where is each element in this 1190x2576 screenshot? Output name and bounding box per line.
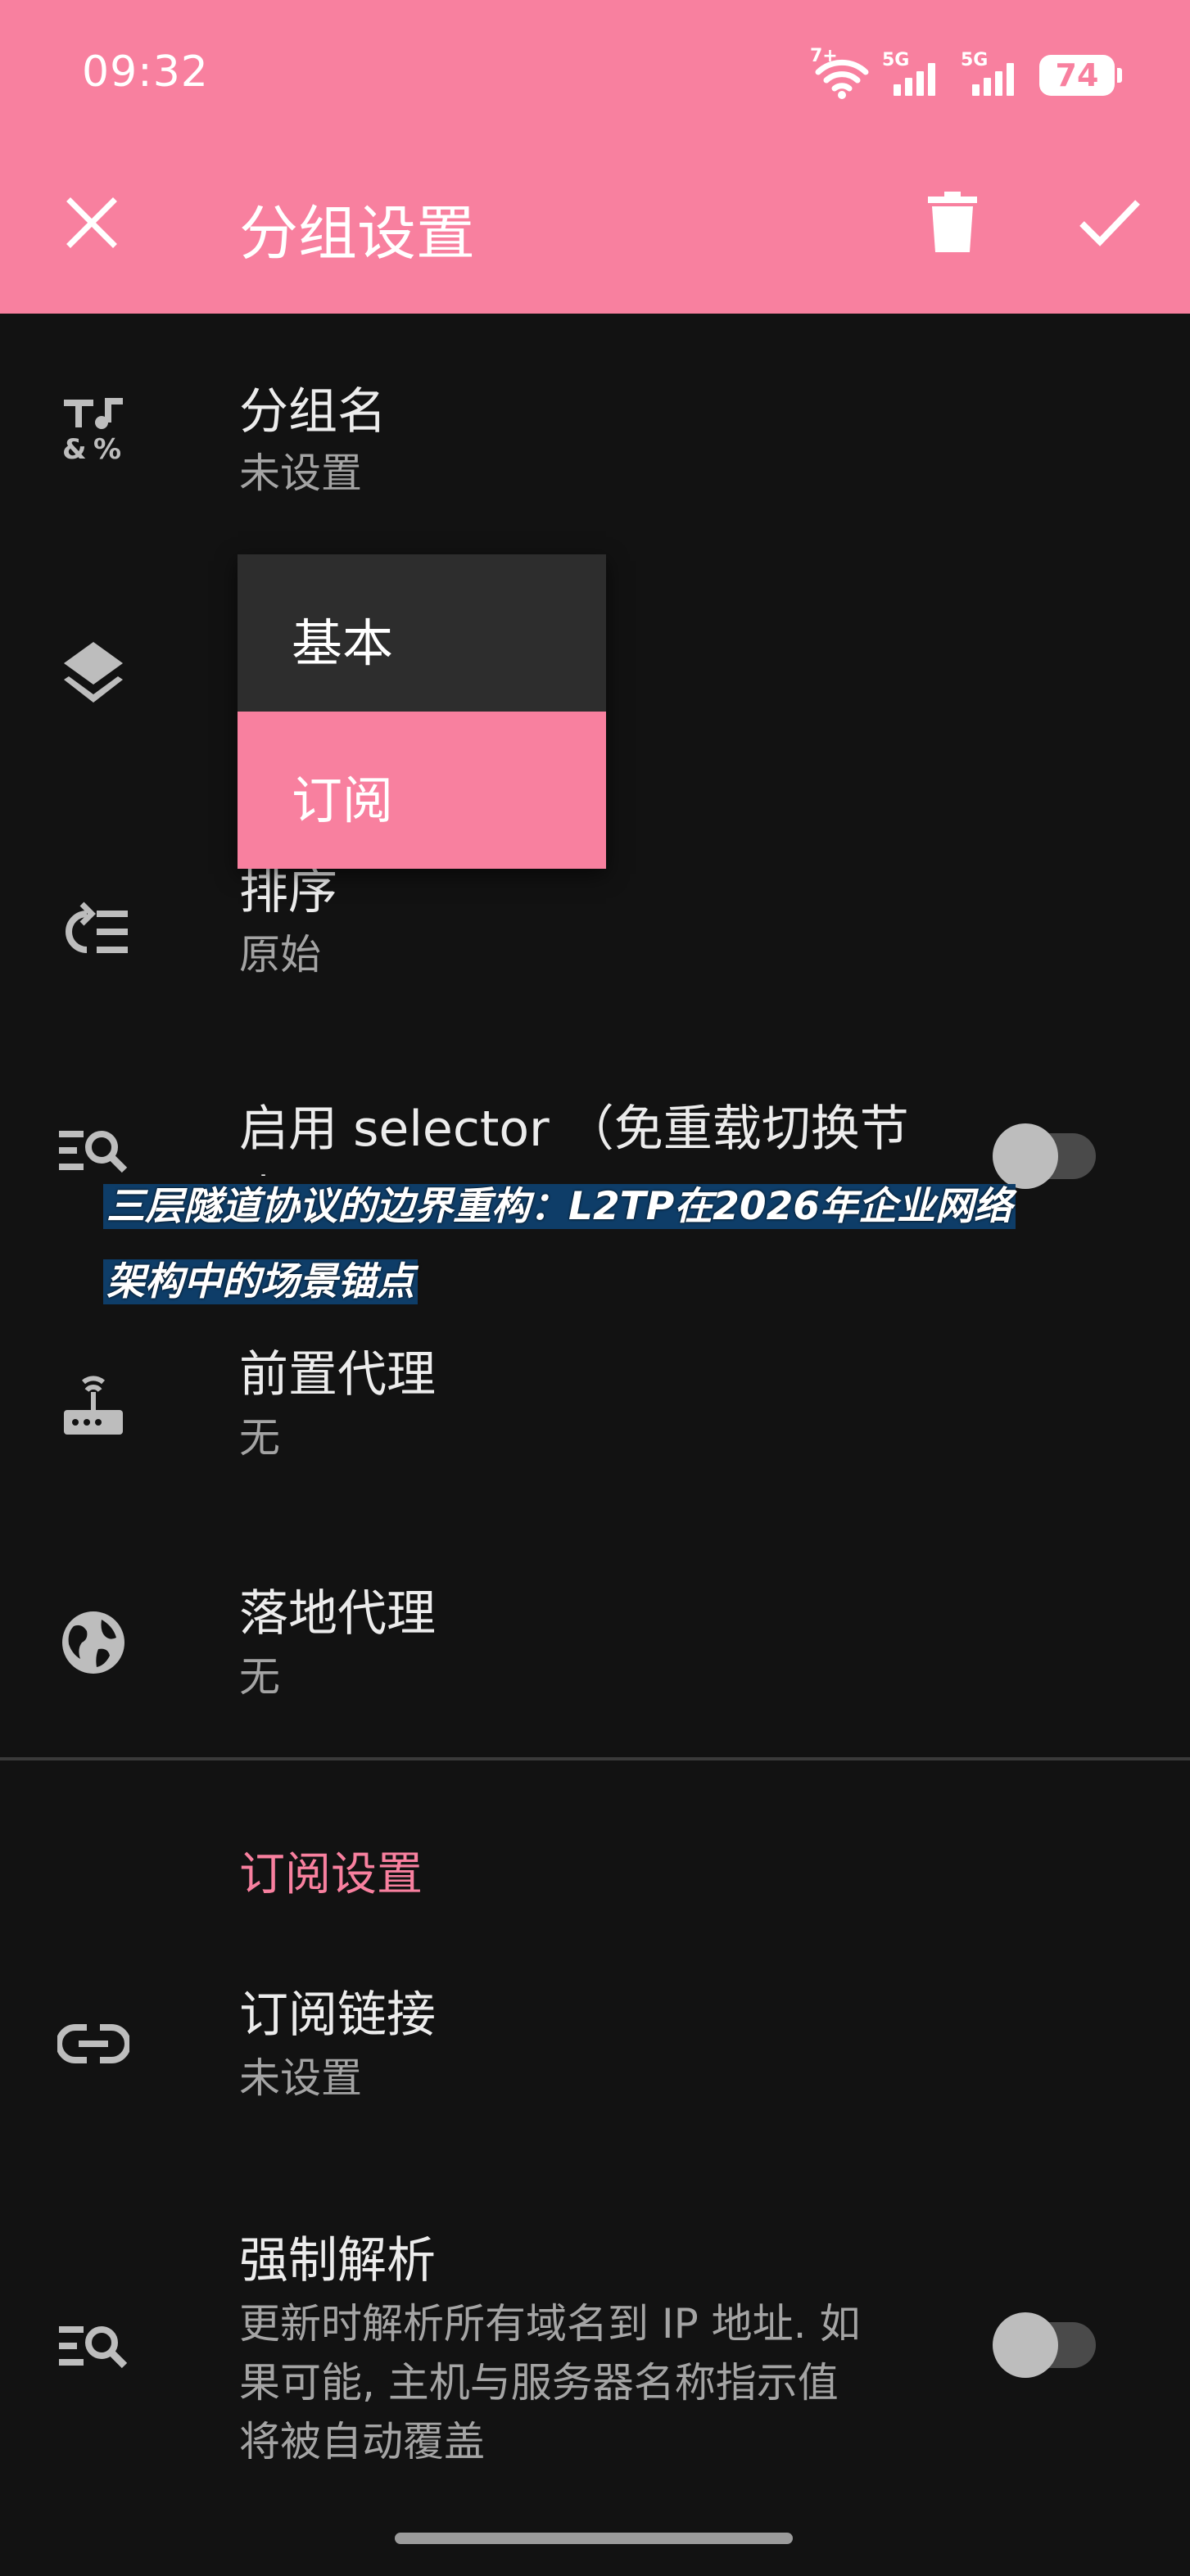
force-resolve-desc-1: 更新时解析所有域名到 IP 地址. 如 [239, 2300, 861, 2348]
force-resolve-switch[interactable] [993, 2312, 1099, 2378]
globe-icon [54, 1603, 133, 1682]
battery-icon: 74 [1039, 55, 1122, 96]
selector-switch[interactable] [993, 1123, 1099, 1189]
layers-icon [54, 632, 133, 711]
selector-title: 启用 selector （免重载切换节点) [239, 1100, 909, 1176]
subscription-section-header: 订阅设置 [239, 1848, 423, 1901]
overlay-banner-line2: 架构中的场景锚点 [103, 1259, 418, 1304]
menu-item-basic-label: 基本 [292, 613, 394, 673]
trash-icon [928, 192, 977, 252]
close-icon [66, 197, 117, 248]
manage-search-icon [54, 2307, 133, 2386]
group-name-title: 分组名 [239, 383, 387, 441]
status-icons: 7+ 5G 5G 74 [810, 46, 1122, 100]
menu-item-subscription[interactable]: 订阅 [238, 712, 606, 869]
sort-icon [54, 893, 133, 971]
group-type-menu: 基本 订阅 [238, 554, 606, 869]
svg-text:&: & [62, 433, 87, 462]
landing-proxy-title: 落地代理 [239, 1585, 436, 1643]
svg-text:%: % [93, 433, 121, 462]
subscription-link-value: 未设置 [239, 2054, 362, 2102]
force-resolve-title: 强制解析 [239, 2232, 436, 2289]
order-value: 原始 [239, 931, 321, 978]
setting-force-resolve[interactable]: 强制解析 更新时解析所有域名到 IP 地址. 如 果可能, 主机与服务器名称指示… [0, 2211, 1190, 2481]
link-icon [54, 2004, 133, 2083]
setting-front-proxy[interactable]: 前置代理 无 [0, 1326, 1190, 1490]
switch-thumb [993, 2312, 1058, 2378]
front-proxy-value: 无 [239, 1414, 280, 1462]
force-resolve-desc-3: 将被自动覆盖 [239, 2418, 485, 2465]
overlay-banner-line1: 三层隧道协议的边界重构：L2TP在2026年企业网络 [103, 1184, 1016, 1229]
landing-proxy-value: 无 [239, 1653, 280, 1701]
group-name-value: 未设置 [239, 450, 362, 497]
signal-sim2-icon: 5G [961, 50, 1025, 96]
section-divider [0, 1757, 1190, 1760]
menu-item-basic[interactable]: 基本 [238, 554, 606, 712]
battery-level: 74 [1055, 57, 1099, 93]
router-icon [54, 1366, 133, 1444]
front-proxy-title: 前置代理 [239, 1346, 436, 1403]
setting-landing-proxy[interactable]: 落地代理 无 [0, 1564, 1190, 1728]
check-icon [1079, 200, 1140, 246]
page-title: 分组设置 [239, 199, 476, 268]
menu-item-subscription-label: 订阅 [292, 771, 394, 830]
setting-subscription-link[interactable]: 订阅链接 未设置 [0, 1965, 1190, 2129]
navigation-handle[interactable] [395, 2533, 793, 2544]
subscription-link-title: 订阅链接 [239, 1986, 436, 2044]
overlay-banner: 三层隧道协议的边界重构：L2TP在2026年企业网络 架构中的场景锚点 [103, 1169, 1135, 1320]
text-format-icon: & % [54, 388, 133, 467]
confirm-button[interactable] [1066, 179, 1153, 265]
setting-group-name[interactable]: & % 分组名 未设置 [0, 354, 1190, 501]
force-resolve-desc-2: 果可能, 主机与服务器名称指示值 [239, 2359, 839, 2407]
app-bar: 09:32 7+ 5G 5G 74 分组设置 [0, 0, 1190, 314]
status-time: 09:32 [82, 47, 209, 97]
signal-sim1-icon: 5G [882, 50, 946, 96]
close-button[interactable] [49, 180, 134, 265]
wifi-icon: 7+ [810, 46, 869, 99]
delete-button[interactable] [909, 179, 996, 265]
group-settings-screen: 09:32 7+ 5G 5G 74 分组设置 & % 分组名 未设置 排序 原始… [0, 0, 1190, 2576]
